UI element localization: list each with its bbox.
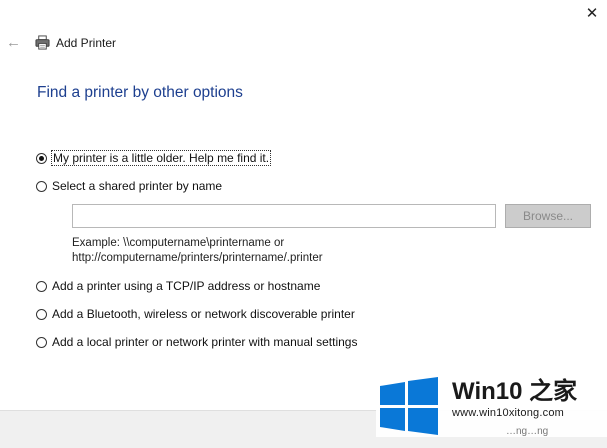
close-button[interactable]: ✕ <box>582 4 602 24</box>
radio-tcpip[interactable] <box>36 280 47 292</box>
browse-button[interactable]: Browse... <box>505 204 591 228</box>
option-local-manual[interactable]: Add a local printer or network printer w… <box>36 335 357 349</box>
window-title-bar: Add Printer <box>35 35 116 50</box>
example-line-2: http://computername/printers/printername… <box>72 251 323 264</box>
option-bluetooth-wireless[interactable]: Add a Bluetooth, wireless or network dis… <box>36 307 355 321</box>
close-icon: ✕ <box>585 5 599 22</box>
browse-button-label: Browse... <box>522 209 573 223</box>
back-button[interactable]: ← <box>6 34 22 52</box>
page-heading: Find a printer by other options <box>37 84 243 101</box>
back-arrow-icon: ← <box>6 34 21 51</box>
example-line-1: Example: \\computername\printername or <box>72 237 285 249</box>
windows-logo-icon <box>380 377 438 435</box>
option-label: Add a printer using a TCP/IP address or … <box>52 279 321 293</box>
watermark: Win10 之家 www.win10xitong.com …ng…ng <box>376 377 607 437</box>
option-shared-printer[interactable]: Select a shared printer by name <box>36 179 222 193</box>
watermark-partial-text: …ng…ng <box>506 426 549 437</box>
watermark-brand: Win10 之家 <box>452 378 578 405</box>
example-text: Example: \\computername\printername or h… <box>72 236 323 265</box>
option-tcpip[interactable]: Add a printer using a TCP/IP address or … <box>36 279 320 293</box>
option-label: Add a local printer or network printer w… <box>52 335 358 349</box>
radio-bluetooth-wireless[interactable] <box>36 308 47 320</box>
option-older-printer[interactable]: My printer is a little older. Help me fi… <box>36 150 272 166</box>
window-title: Add Printer <box>56 35 117 50</box>
radio-local-manual[interactable] <box>36 336 47 348</box>
option-label: Add a Bluetooth, wireless or network dis… <box>52 307 355 321</box>
option-label: Select a shared printer by name <box>52 179 223 193</box>
watermark-url: www.win10xitong.com <box>452 407 565 419</box>
printer-icon <box>35 35 50 50</box>
option-label: My printer is a little older. Help me fi… <box>50 150 272 166</box>
radio-shared-printer[interactable] <box>36 180 47 192</box>
shared-printer-name-input[interactable] <box>72 204 496 228</box>
radio-older-printer[interactable] <box>36 152 47 164</box>
